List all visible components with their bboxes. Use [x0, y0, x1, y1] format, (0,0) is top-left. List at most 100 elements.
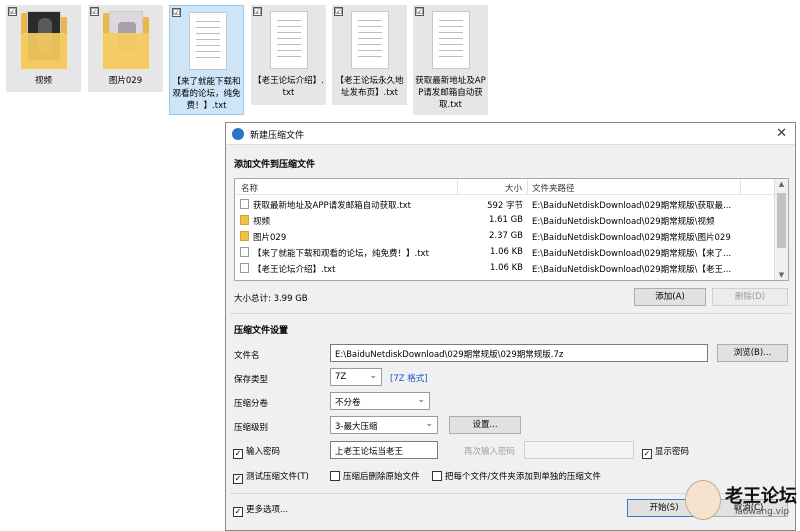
scroll-thumb[interactable]: [777, 193, 786, 248]
file-tile-free-forum-txt[interactable]: ☑ 【来了就能下载和观看的论坛，纯免费！】.txt: [169, 5, 244, 115]
file-tile-latest-address-txt[interactable]: ☑ 获取最新地址及APP请发邮箱自动获取.txt: [413, 5, 488, 115]
file-tile-permanent-address-txt[interactable]: ☑ 【老王论坛永久地址发布页】.txt: [332, 5, 407, 105]
checkbox[interactable]: ☑: [172, 8, 181, 17]
item-size: 1.61 GB: [488, 215, 523, 225]
item-path: E:\BaiduNetdiskDownload\029期常规版\【老王...: [532, 265, 732, 275]
save-type-select[interactable]: 7Z ⌄: [330, 368, 382, 386]
list-item[interactable]: 图片029 2.37 GB E:\BaiduNetdiskDownload\02…: [235, 228, 774, 244]
volume-value: 不分卷: [335, 398, 361, 408]
checkbox[interactable]: ☑: [253, 7, 262, 16]
app-icon: [232, 128, 244, 140]
column-name[interactable]: 名称: [241, 182, 258, 194]
add-button[interactable]: 添加(A): [634, 288, 706, 306]
more-options-label: 更多选项...: [246, 505, 289, 515]
settings-section-title: 压缩文件设置: [234, 326, 289, 336]
checkbox[interactable]: ☑: [8, 7, 17, 16]
chevron-down-icon: ⌄: [369, 371, 377, 381]
password-field[interactable]: 上老王论坛当老王: [330, 441, 438, 459]
checkbox[interactable]: ☑: [334, 7, 343, 16]
file-list[interactable]: 名称 大小 文件夹路径 获取最新地址及APP请发邮箱自动获取.txt 592 字…: [234, 178, 789, 281]
file-name: 【来了就能下载和观看的论坛，纯免费！】.txt: [172, 77, 241, 111]
watermark: 老王论坛 laowang.vip: [685, 478, 797, 528]
list-item[interactable]: 获取最新地址及APP请发邮箱自动获取.txt 592 字节 E:\BaiduNe…: [235, 196, 774, 212]
delete-button[interactable]: 删除(D): [712, 288, 788, 306]
checkbox[interactable]: ✓: [642, 449, 652, 459]
item-name: 【老王论坛介绍】.txt: [253, 265, 336, 275]
test-archive-label: 测试压缩文件(T): [246, 472, 309, 482]
divider: [230, 313, 791, 314]
item-size: 1.06 KB: [489, 263, 523, 273]
text-file-icon: [428, 11, 474, 69]
column-path[interactable]: 文件夹路径: [532, 182, 575, 194]
more-options-checkbox[interactable]: ✓ 更多选项...: [233, 503, 288, 517]
file-tile-video[interactable]: ☑ 视频: [6, 5, 81, 92]
text-file-icon: [240, 263, 249, 273]
file-name: 图片029: [108, 76, 143, 86]
close-icon[interactable]: ✕: [776, 126, 787, 141]
text-file-icon: [266, 11, 312, 69]
text-file-icon: [240, 247, 249, 257]
add-files-section-title: 添加文件到压缩文件: [234, 160, 316, 170]
column-size[interactable]: 大小: [505, 182, 522, 194]
level-select[interactable]: 3-最大压缩 ⌄: [330, 416, 438, 434]
reenter-password-label: 再次输入密码: [464, 447, 516, 457]
volume-label: 压缩分卷: [234, 399, 269, 409]
item-name: 【来了就能下载和观看的论坛，纯免费！】.txt: [253, 249, 429, 259]
show-password-checkbox[interactable]: ✓ 显示密码: [642, 445, 689, 459]
delete-after-checkbox[interactable]: 压缩后删除原始文件: [330, 470, 420, 482]
save-type-value: 7Z: [335, 372, 347, 382]
checkbox[interactable]: [432, 471, 442, 481]
checkbox[interactable]: ☑: [415, 7, 424, 16]
text-file-icon: [185, 12, 231, 70]
test-archive-checkbox[interactable]: ✓ 测试压缩文件(T): [233, 470, 309, 484]
each-file-checkbox[interactable]: 把每个文件/文件夹添加到单独的压缩文件: [432, 470, 601, 482]
level-label: 压缩级别: [234, 423, 269, 433]
list-scrollbar[interactable]: ▲ ▼: [774, 179, 788, 280]
volume-select[interactable]: 不分卷 ⌄: [330, 392, 430, 410]
item-path: E:\BaiduNetdiskDownload\029期常规版\图片029: [532, 233, 731, 243]
list-item[interactable]: 视频 1.61 GB E:\BaiduNetdiskDownload\029期常…: [235, 212, 774, 228]
item-size: 592 字节: [487, 201, 523, 211]
format-link[interactable]: [7Z 格式]: [390, 372, 428, 384]
text-file-icon: [240, 199, 249, 209]
password-checkbox-label: 输入密码: [246, 447, 281, 457]
chevron-down-icon: ⌄: [425, 419, 433, 429]
browse-button[interactable]: 浏览(B)...: [717, 344, 788, 362]
settings-button[interactable]: 设置...: [449, 416, 521, 434]
item-name: 图片029: [253, 233, 287, 243]
password-checkbox[interactable]: ✓ 输入密码: [233, 445, 280, 459]
filename-field[interactable]: E:\BaiduNetdiskDownload\029期常规版\029期常规版.…: [330, 344, 708, 362]
scroll-up-icon[interactable]: ▲: [775, 180, 788, 188]
checkbox[interactable]: [330, 471, 340, 481]
file-tile-images[interactable]: ☑ 图片029: [88, 5, 163, 92]
file-tile-intro-txt[interactable]: ☑ 【老王论坛介绍】.txt: [251, 5, 326, 105]
item-path: E:\BaiduNetdiskDownload\029期常规版\获取最...: [532, 201, 732, 211]
file-name: 视频: [34, 76, 52, 86]
folder-icon: [240, 215, 249, 225]
folder-icon: [103, 11, 149, 69]
chevron-down-icon: ⌄: [417, 395, 425, 405]
checkbox[interactable]: ✓: [233, 507, 243, 517]
item-size: 2.37 GB: [488, 231, 523, 241]
list-item[interactable]: 【来了就能下载和观看的论坛，纯免费！】.txt 1.06 KB E:\Baidu…: [235, 244, 774, 260]
item-path: E:\BaiduNetdiskDownload\029期常规版\【来了...: [532, 249, 732, 259]
checkbox[interactable]: ✓: [233, 474, 243, 484]
list-item[interactable]: 【老王论坛介绍】.txt 1.06 KB E:\BaiduNetdiskDown…: [235, 260, 774, 276]
file-name: 获取最新地址及APP请发邮箱自动获取.txt: [415, 76, 486, 110]
checkbox[interactable]: ☑: [90, 7, 99, 16]
reenter-password-field[interactable]: [524, 441, 634, 459]
scroll-down-icon[interactable]: ▼: [775, 271, 788, 279]
text-file-icon: [347, 11, 393, 69]
item-path: E:\BaiduNetdiskDownload\029期常规版\视频: [532, 217, 715, 227]
new-archive-dialog: 新建压缩文件 ✕ 添加文件到压缩文件 名称 大小 文件夹路径 获取最新地址及AP…: [225, 122, 796, 531]
title-bar[interactable]: 新建压缩文件 ✕: [226, 123, 795, 145]
folder-icon: [21, 11, 67, 69]
item-size: 1.06 KB: [489, 247, 523, 257]
checkbox[interactable]: ✓: [233, 449, 243, 459]
show-password-label: 显示密码: [655, 447, 690, 457]
save-type-label: 保存类型: [234, 375, 269, 385]
dialog-title: 新建压缩文件: [250, 131, 305, 141]
delete-after-label: 压缩后删除原始文件: [343, 472, 420, 482]
each-file-label: 把每个文件/文件夹添加到单独的压缩文件: [445, 472, 601, 482]
file-name: 【老王论坛永久地址发布页】.txt: [335, 76, 404, 98]
